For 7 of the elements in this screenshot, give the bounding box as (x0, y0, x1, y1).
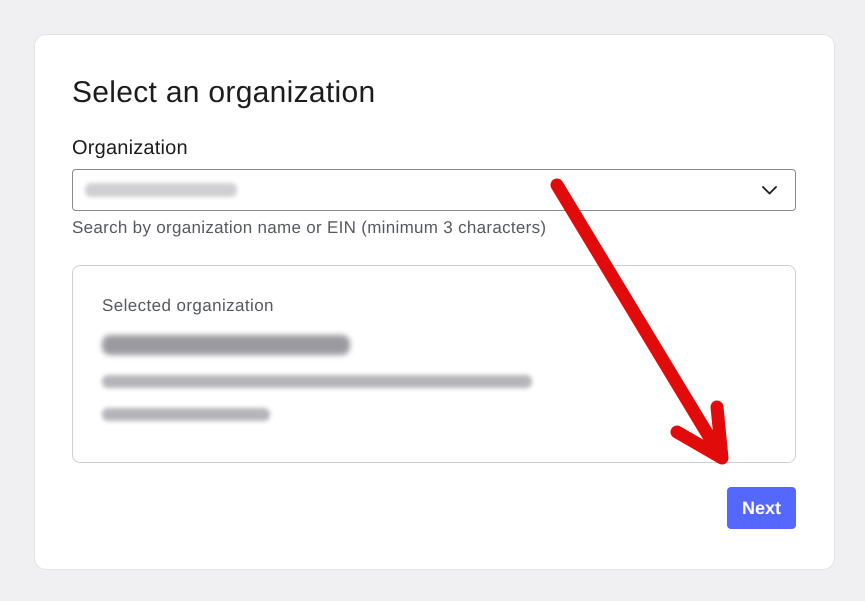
page-heading: Select an organization (72, 75, 376, 111)
organization-dropdown[interactable] (72, 169, 796, 211)
chevron-down-icon (762, 186, 777, 194)
helper-text: Search by organization name or EIN (minimum 3 characters) (72, 217, 546, 239)
field-label: Organization (72, 136, 188, 161)
next-button[interactable]: Next (726, 487, 796, 529)
panel-label: Selected organization (102, 295, 274, 317)
